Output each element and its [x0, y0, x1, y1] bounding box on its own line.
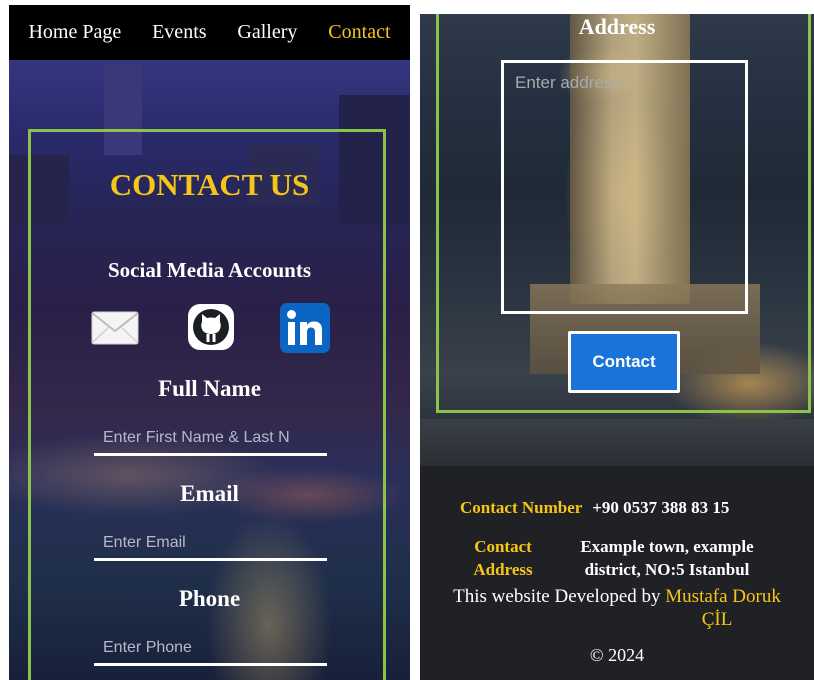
footer-number-value: +90 0537 388 83 15	[592, 498, 730, 517]
footer-address-label-line2: Address	[473, 560, 533, 579]
nav-home[interactable]: Home Page	[28, 21, 121, 44]
nav-events[interactable]: Events	[152, 21, 206, 44]
top-nav: Home Page Events Gallery Contact	[9, 5, 410, 60]
footer-credit-prefix: This website Developed by	[453, 586, 661, 607]
shore-strip	[420, 419, 814, 466]
footer-number-label: Contact Number	[460, 498, 582, 517]
footer-address-value: Example town, example district, NO:5 Ist…	[552, 535, 782, 581]
contact-page-bottom-panel: Address Enter address Contact Contact Nu…	[420, 14, 814, 680]
address-textarea[interactable]: Enter address	[501, 60, 748, 314]
email-input[interactable]: Enter Email	[94, 528, 327, 561]
phone-label: Phone	[178, 586, 241, 611]
footer-number-row: Contact Number +90 0537 388 83 15	[460, 498, 729, 518]
nav-contact[interactable]: Contact	[328, 21, 390, 44]
email-label: Email	[180, 481, 239, 506]
address-label: Address	[578, 14, 656, 39]
github-icon[interactable]	[186, 302, 236, 357]
footer-developer-surname[interactable]: ÇİL	[702, 609, 733, 630]
footer-developer-name[interactable]: Mustafa Doruk	[665, 586, 781, 607]
full-name-label: Full Name	[158, 376, 261, 401]
footer-address-label: Contact Address	[465, 535, 541, 581]
phone-input[interactable]: Enter Phone	[94, 633, 327, 666]
email-icon[interactable]	[91, 311, 139, 350]
footer-copyright: © 2024	[589, 645, 645, 665]
footer-address-line2: district, NO:5 Istanbul	[584, 560, 750, 579]
social-heading: Social Media Accounts	[108, 258, 311, 282]
contact-submit-button[interactable]: Contact	[568, 331, 680, 393]
nav-gallery[interactable]: Gallery	[237, 21, 297, 44]
full-name-input[interactable]: Enter First Name & Last N	[94, 423, 327, 456]
page-title: CONTACT US	[109, 167, 310, 202]
contact-page-top-panel: Home Page Events Gallery Contact CONTACT…	[9, 5, 410, 680]
footer-address-label-line1: Contact	[474, 537, 532, 556]
linkedin-icon[interactable]	[279, 302, 331, 359]
footer-credit: This website Developed by Mustafa Doruk …	[420, 585, 814, 631]
footer-address-line1: Example town, example	[580, 537, 754, 556]
